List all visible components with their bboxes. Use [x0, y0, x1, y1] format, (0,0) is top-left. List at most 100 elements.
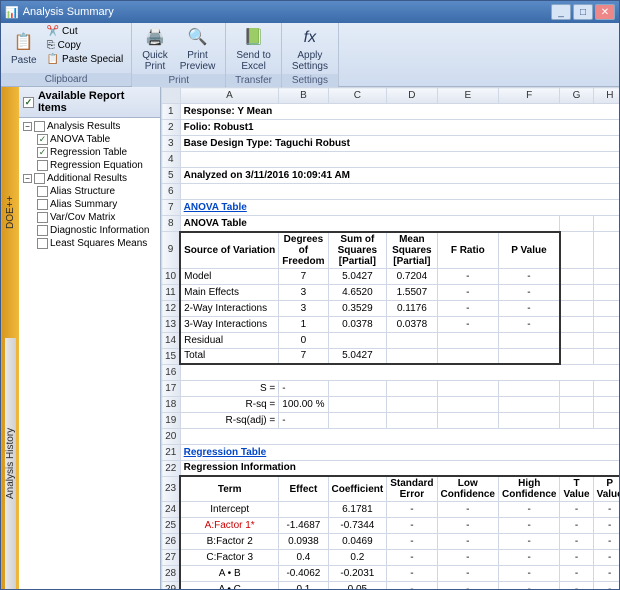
cell[interactable]: Residual: [180, 332, 279, 348]
cell[interactable]: -: [560, 534, 593, 550]
cell[interactable]: [437, 412, 498, 428]
cell[interactable]: PValue: [593, 476, 619, 502]
cell[interactable]: Regression Information: [180, 460, 619, 476]
cell[interactable]: StandardError: [387, 476, 437, 502]
cell[interactable]: Base Design Type: Taguchi Robust: [180, 136, 619, 152]
col-header[interactable]: B: [279, 88, 328, 104]
tree-node-additional-results[interactable]: −Additional Results: [21, 172, 158, 185]
row-header[interactable]: 27: [162, 550, 181, 566]
cell[interactable]: 100.00 %: [279, 396, 328, 412]
cell[interactable]: -: [499, 566, 560, 582]
cell[interactable]: [328, 380, 387, 396]
cell[interactable]: [180, 364, 619, 380]
cell[interactable]: -: [560, 566, 593, 582]
row-header[interactable]: 16: [162, 364, 181, 380]
cell[interactable]: 5.0427: [328, 348, 387, 364]
cell[interactable]: [593, 412, 619, 428]
cell[interactable]: 1.5507: [387, 284, 437, 300]
cell[interactable]: A • C: [180, 582, 279, 590]
paste-button[interactable]: 📋 Paste: [7, 25, 41, 73]
cell[interactable]: [180, 184, 619, 200]
row-header[interactable]: 13: [162, 316, 181, 332]
checkbox[interactable]: [37, 199, 48, 210]
cell[interactable]: 0.1: [279, 582, 328, 590]
row-header[interactable]: 11: [162, 284, 181, 300]
cell[interactable]: -: [499, 534, 560, 550]
col-header[interactable]: A: [180, 88, 279, 104]
checkbox[interactable]: [34, 121, 45, 132]
cell[interactable]: [437, 380, 498, 396]
cell[interactable]: -: [437, 518, 498, 534]
cell[interactable]: [387, 412, 437, 428]
cell[interactable]: TValue: [560, 476, 593, 502]
cell[interactable]: [328, 332, 387, 348]
cell[interactable]: 5.0427: [328, 268, 387, 284]
tree-item[interactable]: Diagnostic Information: [21, 224, 158, 237]
cell[interactable]: 0.0469: [328, 534, 387, 550]
cell[interactable]: ANOVA Table: [180, 200, 619, 216]
cell[interactable]: [499, 332, 560, 348]
cell[interactable]: Main Effects: [180, 284, 279, 300]
col-header[interactable]: E: [437, 88, 498, 104]
cell[interactable]: -: [437, 534, 498, 550]
cell[interactable]: Response: Y Mean: [180, 104, 619, 120]
cell[interactable]: -1.4687: [279, 518, 328, 534]
cell[interactable]: [593, 396, 619, 412]
cell[interactable]: -: [593, 566, 619, 582]
cell[interactable]: [593, 268, 619, 284]
anova-link[interactable]: ANOVA Table: [184, 202, 247, 213]
cell[interactable]: -0.7344: [328, 518, 387, 534]
cell[interactable]: [593, 284, 619, 300]
cell[interactable]: -: [279, 380, 328, 396]
cell[interactable]: -: [437, 502, 498, 518]
cell[interactable]: -: [387, 582, 437, 590]
cell[interactable]: [593, 316, 619, 332]
row-header[interactable]: 5: [162, 168, 181, 184]
cell[interactable]: 0.0378: [328, 316, 387, 332]
cell[interactable]: A • B: [180, 566, 279, 582]
cell[interactable]: -: [560, 582, 593, 590]
cell[interactable]: [499, 380, 560, 396]
cell[interactable]: -: [499, 284, 560, 300]
row-header[interactable]: 25: [162, 518, 181, 534]
cell[interactable]: Regression Table: [180, 444, 619, 460]
cut-button[interactable]: ✂️Cut: [45, 25, 126, 38]
checkbox[interactable]: [37, 134, 48, 145]
cell[interactable]: ANOVA Table: [180, 216, 560, 232]
cell[interactable]: [560, 396, 593, 412]
cell[interactable]: R-sq(adj) =: [180, 412, 279, 428]
collapse-icon[interactable]: −: [23, 122, 32, 131]
cell[interactable]: [560, 348, 593, 364]
cell[interactable]: [328, 412, 387, 428]
cell[interactable]: Source of Variation: [180, 232, 279, 269]
cell[interactable]: -: [593, 518, 619, 534]
cell[interactable]: [560, 316, 593, 332]
cell[interactable]: Term: [180, 476, 279, 502]
row-header[interactable]: 26: [162, 534, 181, 550]
cell[interactable]: A:Factor 1*: [180, 518, 279, 534]
cell[interactable]: P Value: [499, 232, 560, 269]
minimize-button[interactable]: _: [551, 4, 571, 20]
cell[interactable]: -: [279, 412, 328, 428]
cell[interactable]: -: [499, 316, 560, 332]
cell[interactable]: -: [437, 284, 498, 300]
cell[interactable]: Total: [180, 348, 279, 364]
cell[interactable]: [560, 380, 593, 396]
copy-button[interactable]: ⎘Copy: [45, 39, 126, 52]
cell[interactable]: 0.0378: [387, 316, 437, 332]
cell[interactable]: -: [560, 550, 593, 566]
cell[interactable]: 0.4: [279, 550, 328, 566]
cell[interactable]: [560, 284, 593, 300]
cell[interactable]: -: [499, 268, 560, 284]
cell[interactable]: 3: [279, 284, 328, 300]
row-header[interactable]: 3: [162, 136, 181, 152]
cell[interactable]: -: [593, 550, 619, 566]
cell[interactable]: [180, 428, 619, 444]
checkbox[interactable]: [37, 225, 48, 236]
cell[interactable]: -: [387, 502, 437, 518]
row-header[interactable]: 8: [162, 216, 181, 232]
cell[interactable]: 3: [279, 300, 328, 316]
cell[interactable]: -: [437, 582, 498, 590]
row-header[interactable]: 21: [162, 444, 181, 460]
checkbox[interactable]: [37, 147, 48, 158]
